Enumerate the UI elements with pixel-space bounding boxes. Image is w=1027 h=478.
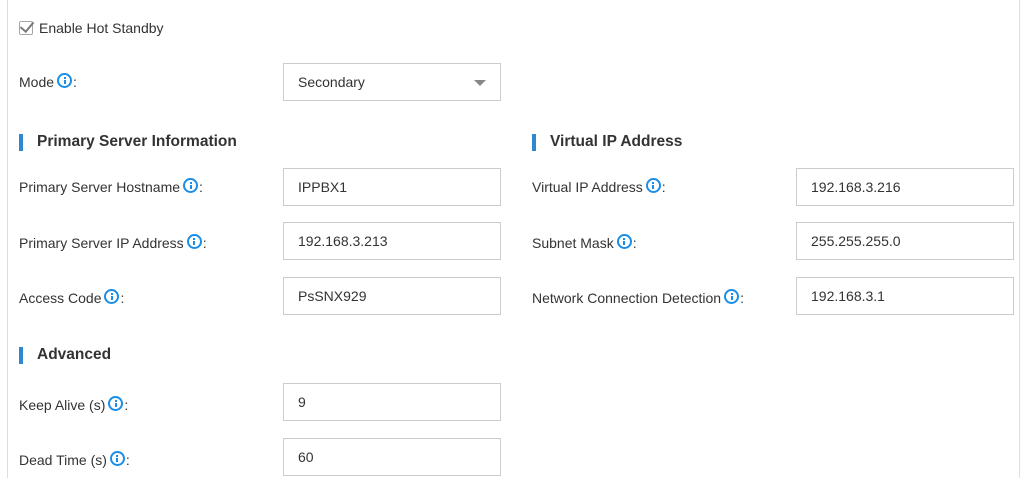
info-icon[interactable] — [724, 288, 740, 304]
enable-hot-standby-label: Enable Hot Standby — [39, 20, 164, 36]
primary-ip-value: 192.168.3.213 — [298, 233, 388, 249]
dead-time-label: Dead Time (s) — [19, 452, 107, 468]
section-accent-bar — [19, 346, 23, 364]
mode-select-value: Secondary — [298, 74, 365, 90]
section-accent-bar — [19, 133, 23, 151]
primary-hostname-suffix: : — [199, 179, 203, 195]
primary-server-section-header: Primary Server Information — [19, 133, 237, 151]
primary-ip-label-group: Primary Server IP Address : — [19, 233, 207, 251]
info-icon[interactable] — [109, 450, 125, 466]
keep-alive-suffix: : — [124, 397, 129, 413]
subnet-mask-value: 255.255.255.0 — [811, 233, 901, 249]
advanced-section-header: Advanced — [19, 346, 111, 364]
detection-label: Network Connection Detection — [532, 290, 722, 306]
mode-label-suffix: : — [73, 74, 77, 90]
dead-time-label-group: Dead Time (s) : — [19, 450, 130, 468]
dead-time-input[interactable]: 60 — [283, 438, 501, 476]
dead-time-suffix: : — [125, 452, 130, 468]
info-icon[interactable] — [108, 395, 124, 411]
access-code-label-group: Access Code : — [19, 288, 125, 306]
detection-label-group: Network Connection Detection : — [532, 288, 744, 306]
dead-time-value: 60 — [298, 449, 314, 465]
primary-hostname-label: Primary Server Hostname — [19, 179, 181, 195]
access-code-label: Access Code — [19, 290, 102, 306]
mode-select[interactable]: Secondary — [283, 63, 501, 101]
info-icon[interactable] — [616, 233, 632, 249]
subnet-mask-input[interactable]: 255.255.255.0 — [796, 222, 1014, 260]
detection-input[interactable]: 192.168.3.1 — [796, 277, 1014, 315]
primary-ip-label: Primary Server IP Address — [19, 235, 184, 251]
virtual-ip-label: Virtual IP Address — [532, 179, 643, 195]
keep-alive-label: Keep Alive (s) — [19, 397, 106, 413]
info-icon[interactable] — [186, 233, 202, 249]
virtual-ip-label-group: Virtual IP Address : — [532, 177, 666, 195]
detection-value: 192.168.3.1 — [811, 288, 885, 304]
keep-alive-label-group: Keep Alive (s) : — [19, 395, 129, 413]
subnet-mask-label-group: Subnet Mask : — [532, 233, 637, 251]
mode-label: Mode — [19, 74, 55, 90]
section-accent-bar — [532, 133, 536, 151]
keep-alive-input[interactable]: 9 — [283, 383, 501, 421]
virtual-ip-input[interactable]: 192.168.3.216 — [796, 168, 1014, 206]
enable-hot-standby-option[interactable]: Enable Hot Standby — [19, 17, 164, 36]
primary-hostname-value: IPPBX1 — [298, 179, 348, 195]
detection-suffix: : — [740, 290, 744, 306]
info-icon[interactable] — [183, 177, 199, 193]
primary-server-section-title: Primary Server Information — [37, 133, 237, 150]
primary-hostname-input[interactable]: IPPBX1 — [283, 168, 501, 206]
primary-hostname-label-group: Primary Server Hostname : — [19, 177, 203, 195]
info-icon[interactable] — [57, 72, 73, 88]
check-icon — [19, 17, 35, 34]
access-code-suffix: : — [120, 290, 125, 306]
chevron-down-icon — [474, 80, 486, 86]
access-code-input[interactable]: PsSNX929 — [283, 277, 501, 315]
info-icon[interactable] — [104, 288, 120, 304]
access-code-value: PsSNX929 — [298, 288, 367, 304]
virtual-ip-suffix: : — [661, 179, 666, 195]
subnet-mask-suffix: : — [632, 235, 637, 251]
mode-label-group: Mode : — [19, 72, 77, 90]
virtual-ip-section-header: Virtual IP Address — [532, 133, 682, 151]
keep-alive-value: 9 — [298, 394, 306, 410]
info-icon[interactable] — [645, 177, 661, 193]
virtual-ip-section-title: Virtual IP Address — [550, 133, 683, 150]
primary-ip-input[interactable]: 192.168.3.213 — [283, 222, 501, 260]
enable-hot-standby-checkbox[interactable] — [19, 17, 35, 35]
primary-ip-suffix: : — [202, 235, 207, 251]
subnet-mask-label: Subnet Mask — [532, 235, 614, 251]
virtual-ip-value: 192.168.3.216 — [811, 179, 901, 195]
advanced-section-title: Advanced — [37, 346, 112, 363]
